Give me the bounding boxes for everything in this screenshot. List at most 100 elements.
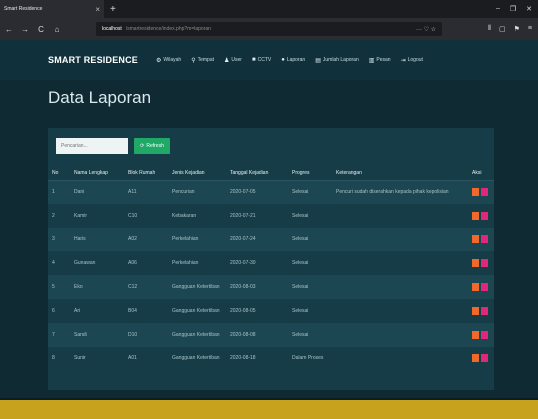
nav-tempat[interactable]: ⚲ Tempat — [191, 57, 214, 64]
table-cell: Dalam Proses — [288, 346, 332, 371]
close-window-icon[interactable]: ✕ — [526, 5, 532, 13]
nav-logout[interactable]: ⇥ Logout — [401, 57, 423, 64]
app-navbar: SMART RESIDENCE ⚙ Wilayah ⚲ Tempat ♟ User ■… — [0, 40, 538, 80]
action-buttons — [472, 354, 490, 363]
report-icon: ● — [281, 57, 285, 63]
nav-cctv[interactable]: ■ CCTV — [252, 57, 271, 63]
delete-button[interactable] — [481, 283, 488, 292]
delete-button[interactable] — [481, 235, 488, 244]
col-keterangan: Keterangan — [332, 166, 468, 181]
table-cell: 2020-07-05 — [226, 180, 288, 204]
table-cell — [332, 203, 468, 228]
extension-icon[interactable]: ⚑ — [514, 25, 520, 33]
nav-user[interactable]: ♟ User — [224, 57, 242, 64]
page-actions-icon[interactable]: ··· ♡ ☆ — [416, 26, 436, 33]
table-row: 2 Kamir C10 Kebakaran 2020-07-21 Selesai — [48, 203, 494, 228]
table-cell — [332, 275, 468, 299]
message-icon: ▥ — [368, 57, 375, 64]
table-cell: D10 — [124, 322, 168, 347]
table-cell: Perkelahian — [168, 251, 226, 276]
action-cell — [468, 298, 494, 323]
table-header-row: No Nama Lengkap Blok Rumah Jenis Kejadia… — [48, 166, 494, 181]
edit-button[interactable] — [472, 306, 479, 315]
table-cell: Selesai — [288, 180, 332, 204]
table-cell: 2020-07-21 — [226, 203, 288, 228]
action-buttons — [472, 283, 490, 292]
edit-button[interactable] — [472, 283, 479, 292]
table-cell: Pencuri sudah diserahkan kepada pihak ke… — [332, 180, 468, 204]
maximize-icon[interactable]: ❐ — [510, 5, 516, 13]
table-row: 7 Sandi D10 Gangguan Ketertiban 2020-08-08 Se… — [48, 322, 494, 347]
sidebar-icon[interactable]: ▢ — [499, 25, 506, 33]
table-row: 4 Gunawan A06 Perkelahian 2020-07-30 Selesai — [48, 251, 494, 276]
col-nama: Nama Lengkap — [70, 166, 124, 181]
minimize-icon[interactable]: – — [496, 5, 500, 13]
footer-bar — [0, 400, 538, 419]
nav-jumlah-laporan[interactable]: ▤ Jumlah Laporan — [315, 57, 359, 64]
list-icon: ▤ — [315, 57, 321, 64]
table-cell: A01 — [124, 346, 168, 371]
nav-wilayah[interactable]: ⚙ Wilayah — [156, 57, 181, 64]
table-cell — [332, 251, 468, 276]
col-blok: Blok Rumah — [124, 166, 168, 181]
nav-laporan[interactable]: ● Laporan — [281, 57, 305, 63]
menu-icon[interactable]: ≡ — [528, 25, 532, 33]
table-cell: Dani — [70, 180, 124, 204]
nav-label: CCTV — [257, 57, 272, 63]
nav-label: Wilayah — [163, 57, 182, 63]
table-cell: Selesai — [288, 251, 332, 276]
refresh-label: Refresh — [146, 143, 164, 149]
refresh-button[interactable]: ⟳ Refresh — [134, 138, 170, 154]
edit-button[interactable] — [472, 188, 479, 197]
table-cell: 8 — [48, 346, 70, 371]
nav-label: Tempat — [197, 57, 215, 63]
delete-button[interactable] — [481, 330, 488, 339]
browser-tab[interactable]: Smart Residence × — [0, 0, 104, 18]
home-icon[interactable]: ⌂ — [52, 25, 62, 34]
edit-button[interactable] — [472, 259, 479, 268]
library-icon[interactable]: ⫴ — [488, 25, 491, 33]
report-table: No Nama Lengkap Blok Rumah Jenis Kejadia… — [48, 166, 494, 371]
edit-button[interactable] — [472, 354, 479, 363]
forward-icon[interactable]: → — [20, 25, 30, 34]
table-body: 1 Dani A11 Pencurian 2020-07-05 Selesai Pencur… — [48, 180, 494, 371]
window-controls: – ❐ ✕ — [496, 5, 538, 13]
back-icon[interactable]: ← — [4, 25, 14, 34]
nav-label: User — [231, 57, 242, 63]
search-input[interactable] — [56, 138, 128, 154]
action-cell — [468, 275, 494, 299]
refresh-icon: ⟳ — [140, 143, 145, 149]
edit-button[interactable] — [472, 211, 479, 220]
table-cell: Kamir — [70, 203, 124, 228]
table-cell: 1 — [48, 180, 70, 204]
delete-button[interactable] — [481, 354, 488, 363]
edit-button[interactable] — [472, 330, 479, 339]
report-card: ⟳ Refresh No Nama Lengkap Blok Rumah Jen… — [48, 128, 494, 390]
delete-button[interactable] — [481, 306, 488, 315]
brand[interactable]: SMART RESIDENCE — [48, 55, 138, 65]
delete-button[interactable] — [481, 211, 488, 220]
table-cell: Selesai — [288, 322, 332, 347]
new-tab-icon[interactable]: + — [104, 4, 122, 15]
location-icon: ⚲ — [191, 57, 196, 64]
action-buttons — [472, 188, 490, 197]
content: Data Laporan — [48, 88, 494, 108]
nav-label: Jumlah Laporan — [322, 57, 359, 63]
table-cell: Selesai — [288, 298, 332, 323]
search-row: ⟳ Refresh — [56, 138, 170, 154]
action-buttons — [472, 211, 490, 220]
table-cell: Sunir — [70, 346, 124, 371]
table-cell: A06 — [124, 251, 168, 276]
gear-icon: ⚙ — [156, 57, 162, 64]
table-row: 3 Haris A02 Perkelahian 2020-07-24 Selesai — [48, 227, 494, 252]
delete-button[interactable] — [481, 259, 488, 268]
col-progres: Progres — [288, 166, 332, 181]
edit-button[interactable] — [472, 235, 479, 244]
table-cell: 5 — [48, 275, 70, 299]
nav-pesan[interactable]: ▥ Pesan — [369, 57, 391, 64]
tab-close-icon[interactable]: × — [95, 5, 100, 14]
url-bar[interactable]: localhost /smartresidence/index.php?m=la… — [96, 22, 443, 36]
delete-button[interactable] — [481, 188, 488, 197]
reload-icon[interactable]: C — [36, 25, 46, 34]
toolbar-buttons: ⫴ ▢ ⚑ ≡ — [488, 25, 534, 33]
